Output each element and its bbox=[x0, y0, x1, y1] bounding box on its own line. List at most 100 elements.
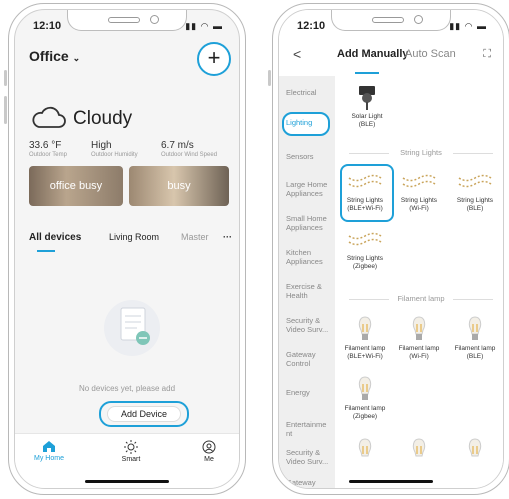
category-security-2[interactable]: Security & Video Surv... bbox=[286, 448, 330, 466]
product-grid: Solar Light (BLE) String Lights String L… bbox=[335, 76, 503, 488]
more-icon[interactable]: ··· bbox=[223, 232, 232, 242]
signal-wifi-battery-icon: ▮▮ ◠ ▬ bbox=[449, 21, 487, 31]
scene-card-busy[interactable]: busy bbox=[129, 166, 229, 206]
category-electrical[interactable]: Electrical bbox=[286, 88, 316, 97]
weather-label: Cloudy bbox=[73, 108, 133, 129]
category-sidebar: Electrical Lighting Sensors Large Home A… bbox=[279, 76, 335, 488]
category-security[interactable]: Security & Video Surv... bbox=[286, 316, 330, 334]
scene-label: busy bbox=[167, 180, 191, 192]
bulb-icon bbox=[451, 316, 499, 342]
product-filament-ble-wifi[interactable]: Filament lamp (BLE+Wi-Fi) bbox=[341, 316, 389, 361]
product-filament-zigbee[interactable]: Filament lamp (Zigbee) bbox=[341, 376, 389, 421]
category-exercise-health[interactable]: Exercise & Health bbox=[286, 282, 330, 300]
add-device-button[interactable]: Add Device bbox=[99, 401, 189, 427]
product-filament-wifi[interactable]: Filament lamp (Wi-Fi) bbox=[395, 316, 443, 361]
tab-label: My Home bbox=[34, 455, 64, 462]
tab-me[interactable]: Me bbox=[189, 440, 229, 463]
chevron-down-icon: ⌄ bbox=[72, 53, 81, 63]
add-device-label: Add Device bbox=[107, 406, 181, 422]
bulb-icon[interactable] bbox=[357, 438, 373, 465]
product-string-lights-ble[interactable]: String Lights (BLE) bbox=[451, 168, 499, 213]
tab-label: Me bbox=[204, 456, 214, 463]
cloud-icon bbox=[31, 105, 67, 136]
category-gateway-control[interactable]: Gateway Control bbox=[286, 350, 330, 368]
product-label: String Lights (Zigbee) bbox=[346, 255, 384, 270]
home-icon bbox=[43, 441, 55, 452]
stat-temp: 33.6 °F Outdoor Temp bbox=[29, 140, 67, 158]
product-string-lights-wifi[interactable]: String Lights (Wi-Fi) bbox=[395, 168, 443, 213]
tab-smart[interactable]: Smart bbox=[111, 440, 151, 463]
product-string-lights-ble-wifi[interactable]: String Lights (BLE+Wi-Fi) bbox=[341, 168, 389, 213]
tab-auto-scan[interactable]: Auto Scan bbox=[405, 48, 456, 60]
tab-add-manually[interactable]: Add Manually bbox=[337, 48, 409, 60]
string-lights-icon bbox=[451, 168, 499, 194]
signal-wifi-battery-icon: ▮▮ ◠ ▬ bbox=[185, 21, 223, 31]
status-bar: 12:10 ▮▮ ◠ ▬ bbox=[15, 10, 239, 36]
bulb-icon bbox=[395, 316, 443, 342]
product-solar-light[interactable]: Solar Light (BLE) bbox=[343, 84, 391, 129]
phone-side-button bbox=[268, 70, 271, 86]
left-screen: 12:10 ▮▮ ◠ ▬ Office ⌄ + Cloudy 33.6 °F Ou… bbox=[14, 9, 240, 489]
tab-underline bbox=[355, 72, 379, 74]
bulb-icon[interactable] bbox=[467, 438, 483, 465]
add-device-header: < Add Manually Auto Scan ⛶ bbox=[279, 36, 503, 76]
status-time: 12:10 bbox=[33, 20, 62, 32]
category-sensors[interactable]: Sensors bbox=[286, 152, 314, 161]
sun-icon bbox=[124, 440, 138, 454]
tab-living-room[interactable]: Living Room bbox=[109, 232, 159, 242]
empty-document-icon bbox=[97, 292, 167, 367]
category-energy[interactable]: Energy bbox=[286, 388, 310, 397]
scan-icon[interactable]: ⛶ bbox=[483, 48, 491, 61]
bulb-icon bbox=[341, 316, 389, 342]
category-small-home-appliances[interactable]: Small Home Appliances bbox=[286, 214, 330, 232]
category-large-home-appliances[interactable]: Large Home Appliances bbox=[286, 180, 330, 198]
product-label: String Lights (Wi-Fi) bbox=[400, 197, 438, 212]
product-string-lights-zigbee[interactable]: String Lights (Zigbee) bbox=[341, 226, 389, 271]
category-entertainment[interactable]: Entertainment bbox=[286, 420, 330, 438]
notch bbox=[331, 10, 451, 31]
tab-master[interactable]: Master bbox=[181, 232, 209, 242]
bulb-icon[interactable] bbox=[411, 438, 427, 465]
category-lighting[interactable]: Lighting bbox=[286, 118, 312, 127]
string-lights-icon bbox=[341, 226, 389, 252]
string-lights-icon bbox=[395, 168, 443, 194]
status-bar: 12:10 ▮▮ ◠ ▬ bbox=[279, 10, 503, 36]
user-icon bbox=[202, 440, 216, 454]
solar-light-icon bbox=[343, 84, 391, 110]
category-gateway-control-2[interactable]: Gateway Control bbox=[286, 478, 330, 488]
scene-label: office busy bbox=[49, 180, 103, 192]
right-screen: 12:10 ▮▮ ◠ ▬ < Add Manually Auto Scan ⛶ … bbox=[278, 9, 504, 489]
stat-wind: 6.7 m/s Outdoor Wind Speed bbox=[161, 140, 218, 158]
tab-all-devices[interactable]: All devices bbox=[29, 232, 81, 243]
home-name: Office bbox=[29, 48, 69, 64]
product-label: String Lights (BLE) bbox=[456, 197, 494, 212]
status-time: 12:10 bbox=[297, 20, 326, 32]
product-filament-ble[interactable]: Filament lamp (BLE) bbox=[451, 316, 499, 361]
category-kitchen-appliances[interactable]: Kitchen Appliances bbox=[286, 248, 330, 266]
stat-humidity: High Outdoor Humidity bbox=[91, 140, 138, 158]
tab-my-home[interactable]: My Home bbox=[29, 440, 69, 462]
string-lights-icon bbox=[341, 168, 389, 194]
bottom-tab-bar: My Home Smart Me bbox=[15, 433, 239, 488]
home-selector[interactable]: Office ⌄ bbox=[29, 48, 80, 64]
notch bbox=[67, 10, 187, 31]
right-phone-frame: 12:10 ▮▮ ◠ ▬ < Add Manually Auto Scan ⛶ … bbox=[272, 3, 509, 495]
section-filament-lamp: Filament lamp bbox=[343, 294, 499, 303]
phone-side-button bbox=[4, 70, 7, 86]
phone-volume-button bbox=[4, 96, 7, 124]
empty-message: No devices yet, please add bbox=[78, 384, 176, 393]
home-indicator bbox=[85, 480, 169, 483]
scene-card-office-busy[interactable]: office busy bbox=[29, 166, 123, 206]
add-button[interactable]: + bbox=[197, 42, 231, 76]
product-label: Filament lamp (BLE) bbox=[454, 345, 496, 360]
product-label: Filament lamp (Wi-Fi) bbox=[398, 345, 440, 360]
back-icon[interactable]: < bbox=[293, 46, 301, 62]
product-label: String Lights (BLE+Wi-Fi) bbox=[346, 197, 384, 212]
section-string-lights: String Lights bbox=[343, 148, 499, 157]
left-phone-frame: 12:10 ▮▮ ◠ ▬ Office ⌄ + Cloudy 33.6 °F Ou… bbox=[8, 3, 246, 495]
product-label: Solar Light (BLE) bbox=[351, 113, 383, 128]
home-indicator bbox=[349, 480, 433, 483]
tab-label: Smart bbox=[121, 456, 141, 463]
tab-underline bbox=[37, 250, 55, 252]
bulb-icon bbox=[341, 376, 389, 402]
